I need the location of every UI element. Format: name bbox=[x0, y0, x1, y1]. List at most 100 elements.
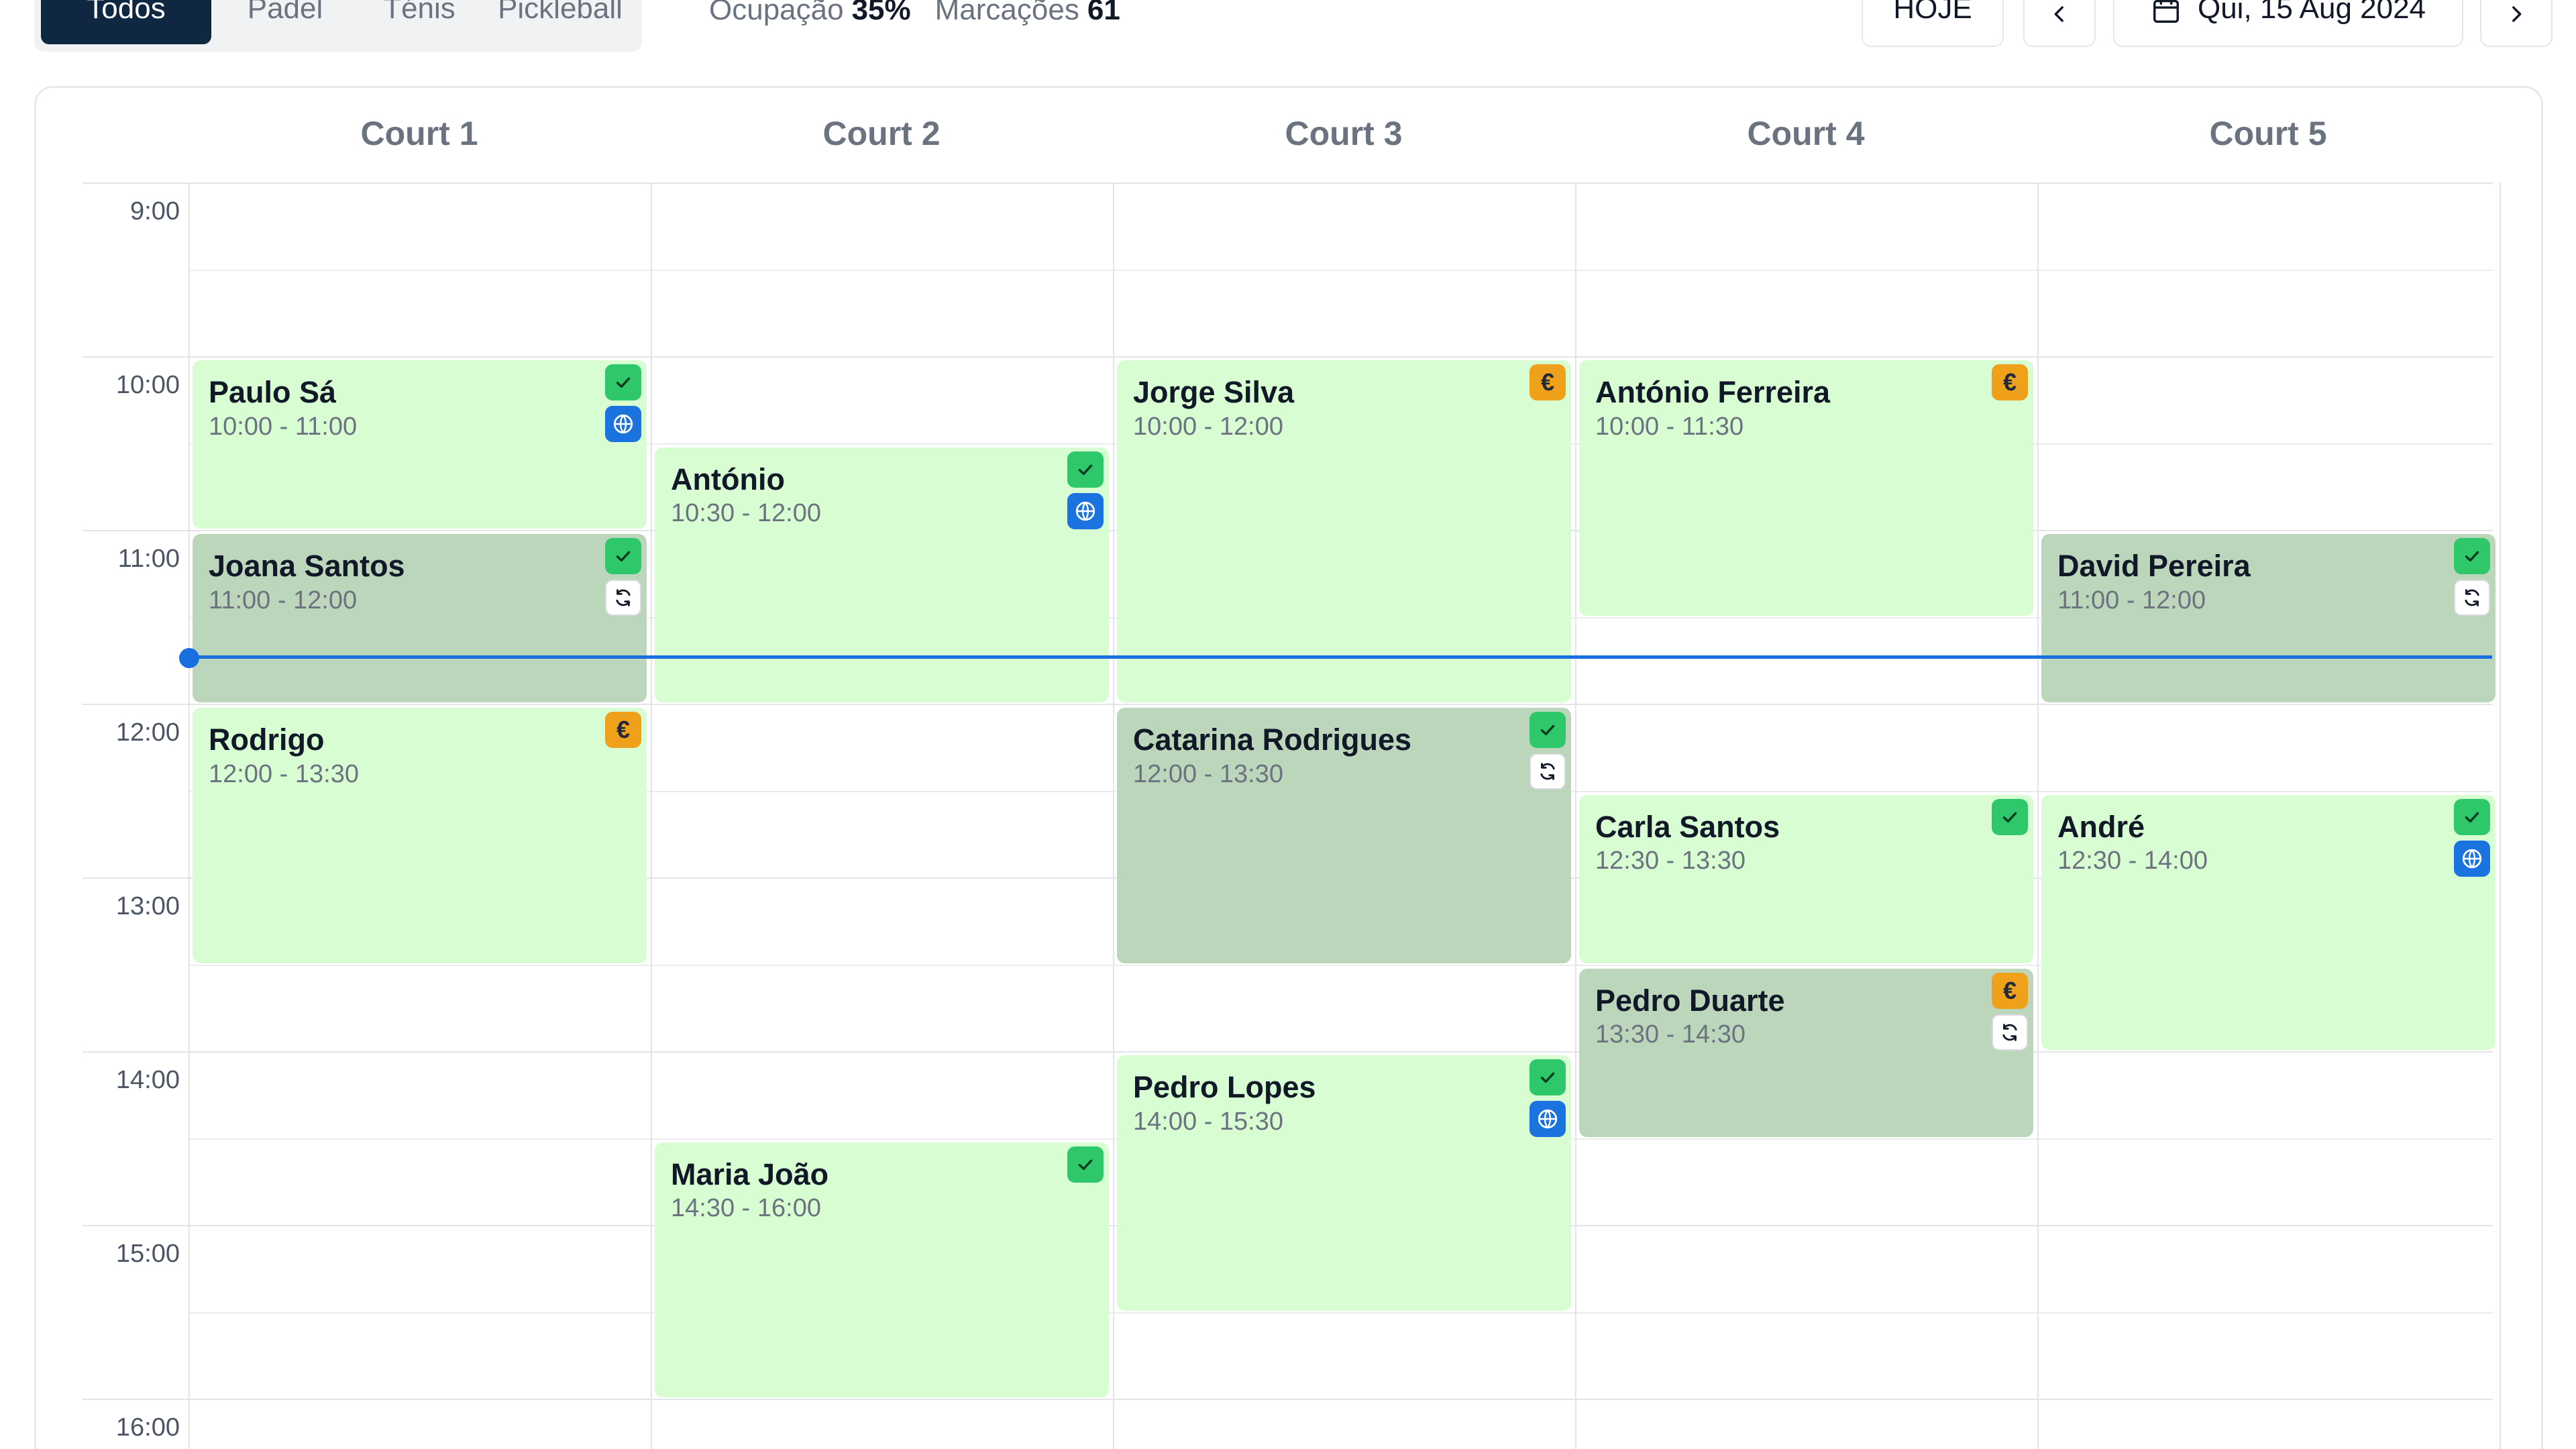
booking-badges bbox=[605, 538, 641, 616]
court-header-2: Court 2 bbox=[822, 115, 941, 152]
court-divider bbox=[2037, 182, 2039, 1449]
bookings-value: 61 bbox=[1087, 0, 1120, 26]
booking-time: 10:00 - 11:30 bbox=[1595, 412, 1744, 441]
booking-badges bbox=[2454, 538, 2490, 616]
booking-name: David Pereira bbox=[2057, 549, 2251, 583]
today-button[interactable]: HOJE bbox=[1862, 0, 2004, 47]
booking-badges bbox=[1992, 798, 2028, 835]
booking-name: Rodrigo bbox=[209, 722, 325, 757]
check-icon bbox=[605, 364, 641, 400]
booking-card[interactable]: David Pereira 11:00 - 12:00 bbox=[2041, 534, 2496, 702]
booking-card[interactable]: Paulo Sá 10:00 - 11:00 bbox=[193, 360, 647, 529]
time-label: 10:00 bbox=[115, 371, 180, 399]
booking-badges: € bbox=[605, 712, 641, 748]
booking-card[interactable]: António 10:30 - 12:00 bbox=[655, 447, 1109, 702]
booking-name: André bbox=[2057, 809, 2145, 844]
court-divider bbox=[2500, 182, 2501, 1449]
booking-badges bbox=[2454, 798, 2490, 877]
court-divider bbox=[1113, 182, 1114, 1449]
booking-badges: € bbox=[1992, 364, 2028, 400]
booking-name: Carla Santos bbox=[1595, 809, 1780, 844]
bookings-label: Marcações bbox=[934, 0, 1079, 26]
booking-name: Jorge Silva bbox=[1133, 375, 1295, 409]
booking-name: António Ferreira bbox=[1595, 375, 1831, 409]
court-header-4: Court 4 bbox=[1747, 115, 1865, 152]
time-label: 13:00 bbox=[115, 892, 180, 920]
calendar-icon bbox=[2151, 0, 2182, 25]
occupancy-value: 35% bbox=[851, 0, 911, 26]
check-icon bbox=[1067, 451, 1104, 488]
tab-tenis[interactable]: Ténis bbox=[359, 0, 480, 44]
half-hour-line bbox=[189, 1311, 2493, 1313]
hour-line bbox=[83, 1399, 2493, 1400]
occupancy-stat: Ocupação 35% bbox=[709, 0, 911, 27]
sync-icon bbox=[1992, 1014, 2028, 1051]
globe-icon bbox=[605, 406, 641, 442]
current-time-line bbox=[191, 655, 2492, 659]
booking-card[interactable]: Joana Santos 11:00 - 12:00 bbox=[193, 534, 647, 702]
booking-badges bbox=[1067, 1146, 1104, 1183]
booking-card[interactable]: António Ferreira 10:00 - 11:30 € bbox=[1579, 360, 2033, 616]
court-header-1: Court 1 bbox=[360, 115, 478, 152]
euro-icon: € bbox=[1529, 364, 1566, 400]
time-label: 9:00 bbox=[130, 197, 180, 225]
booking-card[interactable]: Jorge Silva 10:00 - 12:00 € bbox=[1117, 360, 1571, 702]
court-divider bbox=[651, 182, 652, 1449]
date-picker-button[interactable]: Qui, 15 Aug 2024 bbox=[2113, 0, 2463, 47]
half-hour-line bbox=[189, 269, 2493, 271]
check-icon bbox=[2454, 798, 2490, 835]
booking-card[interactable]: Carla Santos 12:30 - 13:30 bbox=[1579, 794, 2033, 963]
check-icon bbox=[605, 538, 641, 574]
current-time-dot bbox=[179, 648, 199, 668]
booking-card[interactable]: Pedro Duarte 13:30 - 14:30 € bbox=[1579, 968, 2033, 1137]
date-label: Qui, 15 Aug 2024 bbox=[2197, 0, 2426, 25]
tab-padel[interactable]: Padel bbox=[211, 0, 359, 44]
time-label: 11:00 bbox=[117, 545, 180, 573]
booking-card[interactable]: Catarina Rodrigues 12:00 - 13:30 bbox=[1117, 708, 1571, 963]
booking-time: 10:00 - 11:00 bbox=[209, 412, 358, 441]
court-divider bbox=[189, 182, 190, 1449]
check-icon bbox=[1529, 712, 1566, 748]
booking-time: 12:00 - 13:30 bbox=[1133, 759, 1283, 788]
booking-time: 10:00 - 12:00 bbox=[1133, 412, 1283, 441]
next-day-button[interactable] bbox=[2480, 0, 2553, 47]
time-label: 16:00 bbox=[115, 1413, 180, 1442]
euro-icon: € bbox=[1992, 972, 2028, 1009]
booking-card[interactable]: Maria João 14:30 - 16:00 bbox=[655, 1142, 1109, 1397]
globe-icon bbox=[1529, 1101, 1566, 1137]
prev-day-button[interactable] bbox=[2023, 0, 2096, 47]
booking-time: 14:00 - 15:30 bbox=[1133, 1107, 1283, 1136]
booking-name: Paulo Sá bbox=[209, 375, 337, 409]
booking-name: Joana Santos bbox=[209, 549, 405, 583]
tab-todos[interactable]: Todos bbox=[41, 0, 211, 44]
court-divider bbox=[1575, 182, 1576, 1449]
booking-name: António bbox=[671, 462, 785, 496]
chevron-right-icon bbox=[2505, 3, 2528, 25]
sync-icon bbox=[2454, 580, 2490, 616]
occupancy-label: Ocupação bbox=[709, 0, 844, 26]
check-icon bbox=[1529, 1059, 1566, 1095]
booking-badges bbox=[1529, 712, 1566, 790]
chevron-left-icon bbox=[2048, 3, 2071, 25]
hour-line bbox=[83, 182, 2493, 184]
booking-name: Pedro Duarte bbox=[1595, 983, 1785, 1018]
sport-filter: Todos Padel Ténis Pickleball bbox=[34, 0, 642, 52]
check-icon bbox=[2454, 538, 2490, 574]
booking-time: 11:00 - 12:00 bbox=[2057, 586, 2206, 614]
booking-card[interactable]: André 12:30 - 14:00 bbox=[2041, 794, 2496, 1050]
booking-time: 14:30 - 16:00 bbox=[671, 1194, 821, 1223]
bookings-stat: Marcações 61 bbox=[935, 0, 1120, 27]
app: Todos Padel Ténis Pickleball Ocupação 35%… bbox=[0, 0, 2576, 1449]
booking-card[interactable]: Rodrigo 12:00 - 13:30 € bbox=[193, 708, 647, 963]
hour-line bbox=[83, 1051, 2493, 1053]
booking-time: 12:30 - 13:30 bbox=[1595, 847, 1746, 875]
court-header-3: Court 3 bbox=[1285, 115, 1403, 152]
hour-line bbox=[83, 356, 2493, 358]
booking-time: 12:30 - 14:00 bbox=[2057, 847, 2208, 875]
time-label: 12:00 bbox=[115, 718, 180, 747]
tab-pickleball[interactable]: Pickleball bbox=[480, 0, 641, 44]
booking-time: 11:00 - 12:00 bbox=[209, 586, 358, 614]
time-label: 15:00 bbox=[115, 1240, 180, 1268]
booking-name: Pedro Lopes bbox=[1133, 1070, 1316, 1104]
booking-card[interactable]: Pedro Lopes 14:00 - 15:30 bbox=[1117, 1055, 1571, 1311]
